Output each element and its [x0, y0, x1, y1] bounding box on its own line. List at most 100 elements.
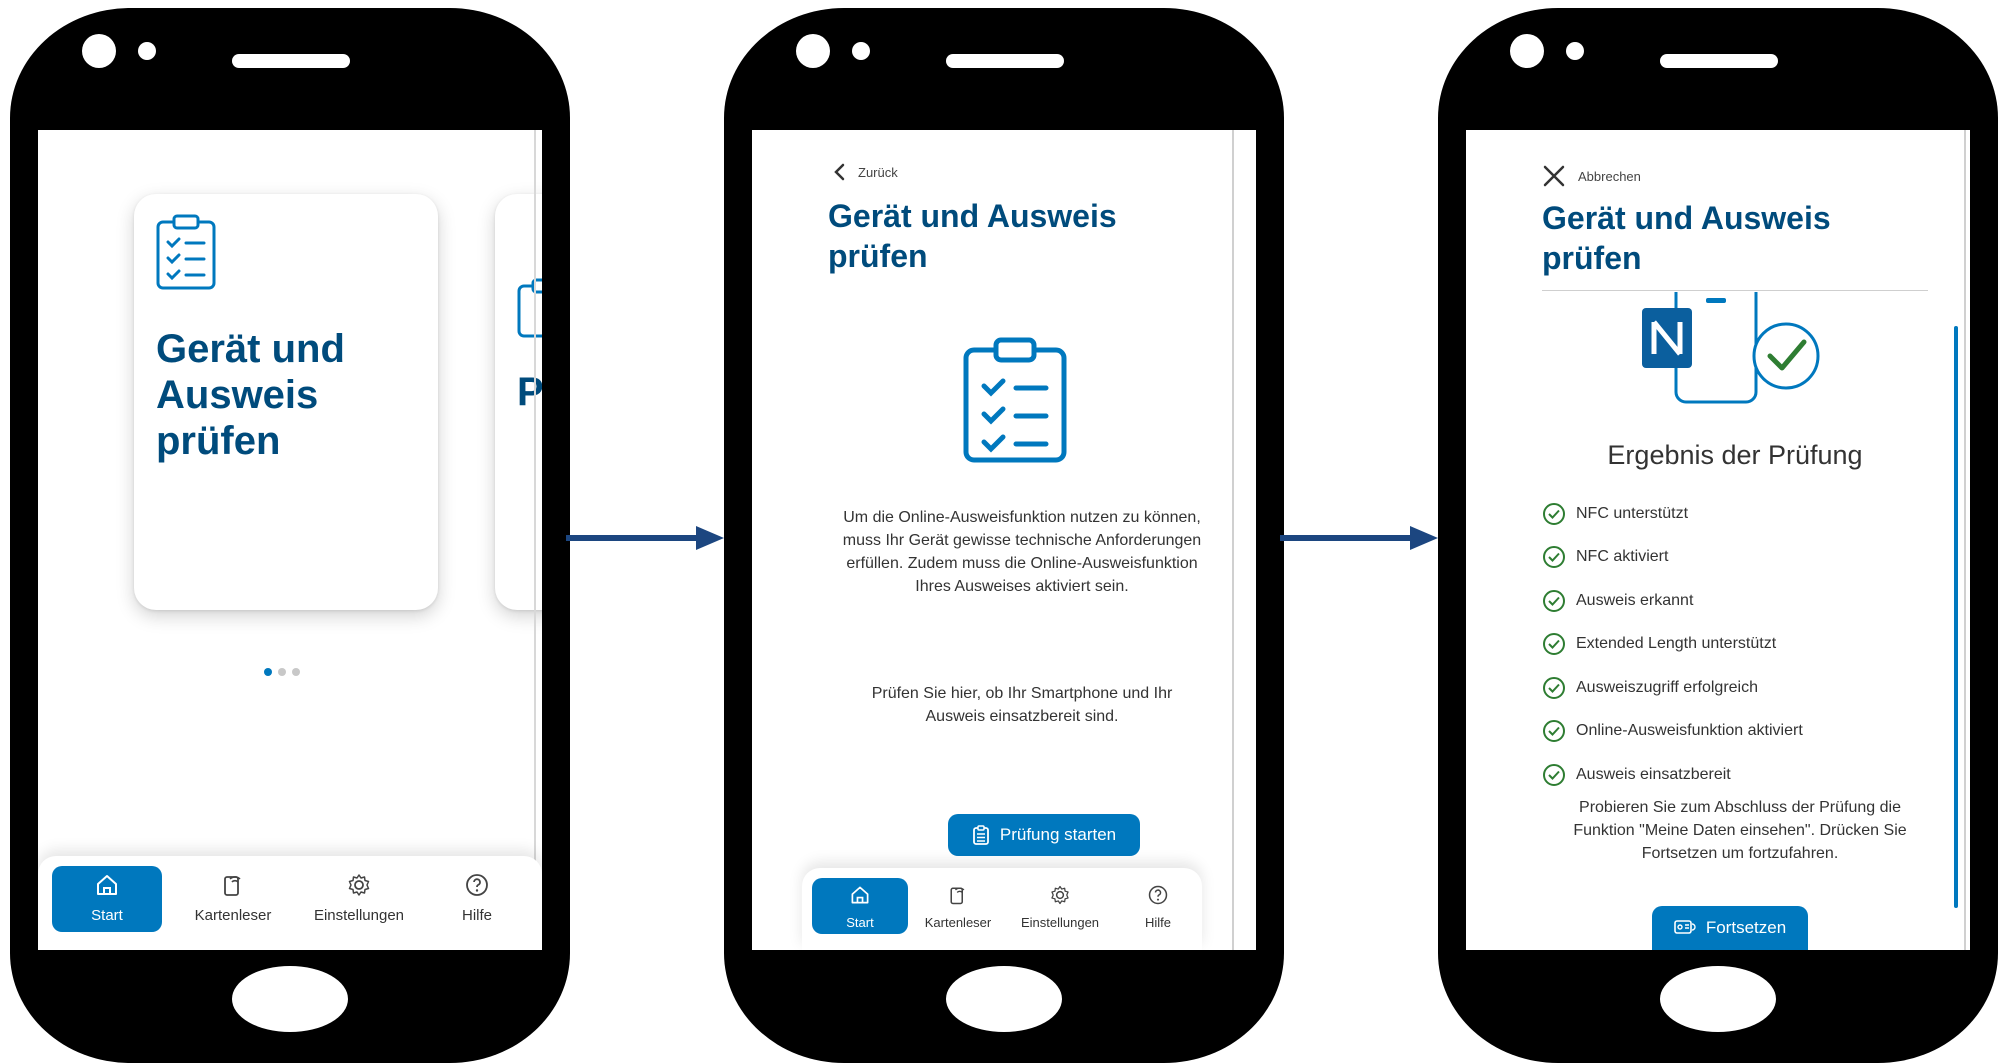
- divider: [1542, 290, 1928, 291]
- close-icon: [1543, 165, 1565, 187]
- check-results: NFC unterstützt NFC aktiviert Ausweis er…: [1542, 492, 1803, 797]
- check-result-item: Online-Ausweisfunktion aktiviert: [1542, 710, 1803, 754]
- nfc-phone-check-icon: [1642, 292, 1820, 404]
- scrollbar[interactable]: [1954, 326, 1958, 908]
- card-title-peek: P: [517, 370, 542, 414]
- check-result-label: NFC unterstützt: [1576, 504, 1689, 522]
- card-icon: [517, 278, 542, 338]
- checklist-icon: [156, 214, 216, 290]
- home-icon: [97, 875, 117, 895]
- nav-start[interactable]: Start: [812, 878, 908, 934]
- check-result-item: Extended Length unterstützt: [1542, 623, 1803, 667]
- intro-text: Um die Online-Ausweisfunktion nutzen zu …: [842, 509, 1202, 595]
- nav-start-label: Start: [91, 907, 123, 924]
- checklist-icon: [972, 825, 989, 845]
- nav-settings[interactable]: Einstellungen: [1012, 878, 1108, 934]
- screen-check-intro: Zurück Gerät und Ausweis prüfen Um die O…: [752, 130, 1256, 950]
- nav-settings[interactable]: Einstellungen: [304, 866, 414, 932]
- nav-cardreader[interactable]: Kartenleser: [910, 878, 1006, 934]
- carousel-dot[interactable]: [292, 668, 300, 676]
- phone-2: Zurück Gerät und Ausweis prüfen Um die O…: [724, 8, 1284, 1063]
- cancel-link[interactable]: Abbrechen: [1542, 164, 1641, 188]
- speaker-grille: [1660, 54, 1778, 68]
- card-reader-icon: [224, 876, 241, 896]
- gear-icon: [1051, 885, 1069, 905]
- start-check-label: Prüfung starten: [999, 825, 1117, 844]
- result-title: Ergebnis der Prüfung: [1607, 440, 1863, 470]
- sheet-edge: [1232, 130, 1234, 950]
- check-circle-icon: [1543, 589, 1565, 612]
- check-circle-icon: [1543, 546, 1565, 569]
- check-circle-icon: [1543, 763, 1565, 786]
- chevron-left-icon: [834, 163, 845, 181]
- nav-help-label: Hilfe: [461, 907, 492, 924]
- card-reader-icon: [950, 887, 965, 905]
- nav-settings-label: Einstellungen: [1020, 915, 1100, 930]
- flow-arrow: [566, 526, 724, 550]
- card-check-device[interactable]: Gerät und Ausweis prüfen: [134, 194, 438, 610]
- start-check-button[interactable]: Prüfung starten: [948, 814, 1140, 856]
- camera-icon: [796, 34, 830, 68]
- nav-cardreader-label: Kartenleser: [194, 907, 272, 924]
- sheet-edge: [1964, 130, 1966, 950]
- home-icon: [851, 886, 869, 904]
- check-result-item: NFC unterstützt: [1542, 492, 1803, 536]
- sensor-icon: [138, 42, 156, 60]
- nav-start[interactable]: Start: [52, 866, 162, 932]
- help-icon: [466, 874, 488, 896]
- check-circle-icon: [1543, 720, 1565, 743]
- nav-help[interactable]: Hilfe: [422, 866, 532, 932]
- check-result-label: NFC aktiviert: [1576, 548, 1669, 566]
- screen-start: Gerät und Ausweis prüfen P Start Kartenl…: [38, 130, 542, 950]
- nav-cardreader-label: Kartenleser: [924, 915, 992, 930]
- check-result-label: Extended Length unterstützt: [1576, 635, 1777, 653]
- check-result-label: Ausweis einsatzbereit: [1576, 765, 1731, 783]
- continue-button[interactable]: Fortsetzen: [1652, 906, 1808, 950]
- checklist-icon: [963, 337, 1067, 463]
- gear-icon: [348, 874, 370, 896]
- page-title: Gerät und Ausweis prüfen: [828, 198, 1117, 274]
- speaker-grille: [232, 54, 350, 68]
- check-result-item: Ausweis erkannt: [1542, 579, 1803, 623]
- sensor-icon: [852, 42, 870, 60]
- continue-hint-text: Probieren Sie zum Abschluss der Prüfung …: [1573, 799, 1907, 862]
- camera-icon: [1510, 34, 1544, 68]
- home-button[interactable]: [232, 966, 348, 1032]
- nav-start-label: Start: [846, 915, 874, 930]
- bottom-navigation: Start Kartenleser Einstellungen Hilfe: [38, 856, 542, 950]
- check-result-item: Ausweis einsatzbereit: [1542, 753, 1803, 797]
- nav-help[interactable]: Hilfe: [1110, 878, 1206, 934]
- nav-settings-label: Einstellungen: [313, 907, 405, 924]
- carousel-dot-active[interactable]: [264, 668, 272, 676]
- home-button[interactable]: [1660, 966, 1776, 1032]
- check-result-label: Online-Ausweisfunktion aktiviert: [1576, 722, 1803, 740]
- screen-check-result: Abbrechen Gerät und Ausweis prüfen Ergeb…: [1466, 130, 1970, 950]
- cancel-label: Abbrechen: [1578, 168, 1641, 184]
- page-title: Gerät und Ausweis prüfen: [1542, 200, 1831, 276]
- bottom-navigation: Start Kartenleser Einstellungen Hilfe: [802, 868, 1202, 950]
- camera-icon: [82, 34, 116, 68]
- speaker-grille: [946, 54, 1064, 68]
- check-circle-icon: [1543, 502, 1565, 525]
- carousel-dot[interactable]: [278, 668, 286, 676]
- nav-cardreader[interactable]: Kartenleser: [178, 866, 288, 932]
- home-button[interactable]: [946, 966, 1062, 1032]
- check-circle-icon: [1543, 633, 1565, 656]
- card-title: Gerät und Ausweis prüfen: [156, 327, 345, 463]
- check-circle-icon: [1543, 676, 1565, 699]
- check-result-label: Ausweis erkannt: [1576, 591, 1694, 609]
- continue-label: Fortsetzen: [1705, 918, 1787, 937]
- check-result-item: NFC aktiviert: [1542, 536, 1803, 580]
- phone-3: Abbrechen Gerät und Ausweis prüfen Ergeb…: [1438, 8, 1998, 1063]
- back-label: Zurück: [858, 164, 898, 180]
- check-result-label: Ausweiszugriff erfolgreich: [1576, 678, 1759, 696]
- help-icon: [1148, 885, 1168, 905]
- flow-arrow: [1280, 526, 1438, 550]
- carousel-indicator[interactable]: [264, 668, 300, 676]
- phone-1: Gerät und Ausweis prüfen P Start Kartenl…: [10, 8, 570, 1063]
- check-hint-text: Prüfen Sie hier, ob Ihr Smartphone und I…: [871, 685, 1173, 725]
- scroll-edge: [534, 130, 536, 950]
- check-result-item: Ausweiszugriff erfolgreich: [1542, 666, 1803, 710]
- nav-help-label: Hilfe: [1144, 915, 1171, 930]
- back-link[interactable]: Zurück: [832, 162, 898, 182]
